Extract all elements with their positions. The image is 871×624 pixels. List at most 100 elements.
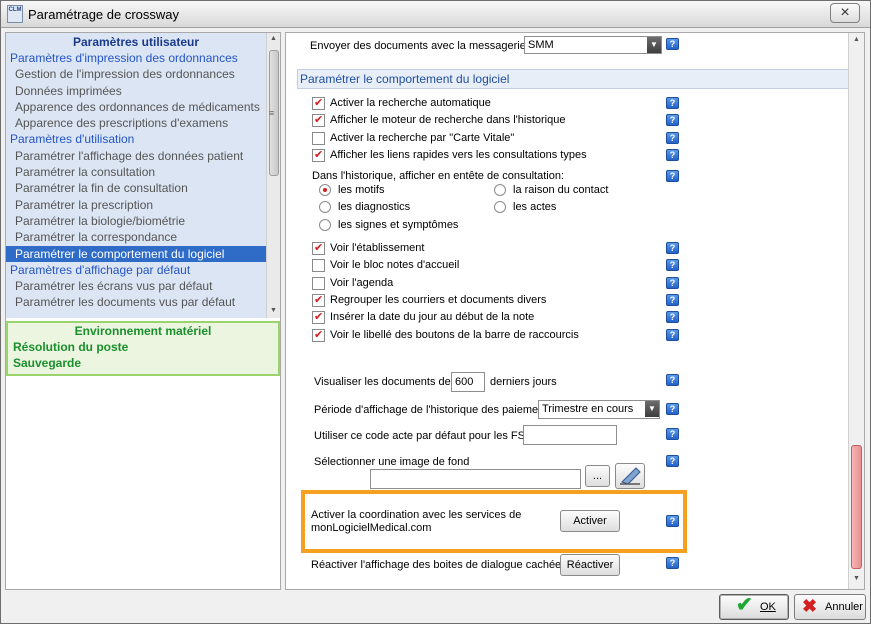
help-icon[interactable]: ? xyxy=(666,276,679,289)
nav-item[interactable]: Apparence des ordonnances de médicaments xyxy=(6,99,266,115)
content-scroll-thumb[interactable] xyxy=(851,445,862,569)
help-icon[interactable]: ? xyxy=(666,259,679,272)
docs-days-input[interactable]: 600 xyxy=(451,372,485,392)
help-icon[interactable]: ? xyxy=(666,311,679,324)
left-pane: Paramètres utilisateur Paramètres d'impr… xyxy=(5,32,281,590)
checkbox[interactable] xyxy=(312,328,325,342)
checkbox[interactable] xyxy=(312,148,325,162)
radio-label[interactable]: les motifs xyxy=(338,184,384,196)
nav-item[interactable]: Paramétrer les écrans vus par défaut xyxy=(6,278,266,294)
help-icon[interactable]: ? xyxy=(666,428,679,440)
radio-button[interactable] xyxy=(494,184,506,196)
nav-header: Paramètres utilisateur xyxy=(72,35,200,49)
scroll-up-icon[interactable]: ▲ xyxy=(270,35,277,42)
history-period-select[interactable]: Trimestre en cours ▼ xyxy=(538,400,660,419)
checkbox-label[interactable]: Regrouper les courriers et documents div… xyxy=(330,294,546,306)
nav-item[interactable]: Gestion de l'impression des ordonnances xyxy=(6,66,266,82)
close-button[interactable]: × xyxy=(830,3,860,23)
radio-label[interactable]: les diagnostics xyxy=(338,201,410,213)
checkbox-label[interactable]: Afficher le moteur de recherche dans l'h… xyxy=(330,114,565,126)
nav-item[interactable]: Données imprimées xyxy=(6,83,266,99)
help-icon[interactable]: ? xyxy=(666,374,679,386)
help-icon[interactable]: ? xyxy=(666,97,679,109)
help-icon[interactable]: ? xyxy=(666,328,679,341)
fse-label: Utiliser ce code acte par défaut pour le… xyxy=(314,430,533,442)
help-icon[interactable]: ? xyxy=(666,242,679,254)
eraser-icon xyxy=(620,467,641,485)
checkbox[interactable] xyxy=(312,293,325,307)
title-bar: CLM Paramétrage de crossway × xyxy=(1,1,870,28)
nav-category[interactable]: Paramètres d'affichage par défaut xyxy=(6,262,266,278)
radio-button[interactable] xyxy=(319,184,331,196)
help-icon[interactable]: ? xyxy=(666,114,679,127)
nav-item[interactable]: Paramétrer la prescription xyxy=(6,197,266,213)
help-icon[interactable]: ? xyxy=(666,148,679,161)
env-item-backup[interactable]: Sauvegarde xyxy=(8,355,278,371)
nav-item[interactable]: Paramétrer la correspondance xyxy=(6,229,266,245)
cancel-button[interactable]: ✖ Annuler xyxy=(794,594,866,620)
nav-item[interactable]: Paramétrer le comportement du logiciel xyxy=(6,245,266,262)
help-icon[interactable]: ? xyxy=(666,403,679,415)
nav-category[interactable]: Paramètres d'impression des ordonnances xyxy=(6,50,266,66)
checkbox[interactable] xyxy=(312,96,325,110)
nav-category[interactable]: Paramètres d'utilisation xyxy=(6,131,266,147)
checkbox[interactable] xyxy=(312,113,325,128)
help-icon[interactable]: ? xyxy=(666,38,679,50)
nav-scrollbar[interactable]: ▲ ≡ ▼ xyxy=(266,33,280,318)
bg-image-input[interactable] xyxy=(370,469,581,489)
checkbox-label[interactable]: Voir le libellé des boutons de la barre … xyxy=(330,329,579,341)
fse-code-input[interactable] xyxy=(523,425,617,445)
checkbox[interactable] xyxy=(312,310,325,325)
env-item-resolution[interactable]: Résolution du poste xyxy=(8,339,278,355)
nav-item[interactable]: Paramétrer la consultation xyxy=(6,164,266,180)
hardware-env-panel: Environnement matériel Résolution du pos… xyxy=(6,321,280,376)
help-icon[interactable]: ? xyxy=(666,455,679,467)
messaging-label: Envoyer des documents avec la messagerie… xyxy=(310,40,532,52)
reactivate-button[interactable]: Réactiver xyxy=(560,554,620,576)
window-title: Paramétrage de crossway xyxy=(28,7,180,22)
scroll-up-icon[interactable]: ▲ xyxy=(853,36,860,43)
activate-button[interactable]: Activer xyxy=(560,510,620,532)
scroll-down-icon[interactable]: ▼ xyxy=(270,307,277,314)
nav-item[interactable]: Apparence des prescriptions d'examens xyxy=(6,115,266,131)
radio-label[interactable]: la raison du contact xyxy=(513,184,608,196)
nav-item[interactable]: Paramétrer la biologie/biométrie xyxy=(6,213,266,229)
ok-button[interactable]: ✔ OK xyxy=(719,594,789,620)
checkbox[interactable] xyxy=(312,241,325,255)
messaging-value: SMM xyxy=(528,39,554,51)
content-scrollbar[interactable]: ▲ ▼ xyxy=(848,33,864,589)
checkbox-label[interactable]: Activer la recherche par "Carte Vitale" xyxy=(330,132,514,144)
radio-label[interactable]: les actes xyxy=(513,201,556,213)
checkbox-label[interactable]: Voir le bloc notes d'accueil xyxy=(330,259,459,271)
help-icon[interactable]: ? xyxy=(666,293,679,306)
scroll-down-icon[interactable]: ▼ xyxy=(853,575,860,582)
nav-item[interactable]: Paramétrer la fin de consultation xyxy=(6,180,266,196)
nav-item[interactable]: Paramétrer l'affichage des données patie… xyxy=(6,148,266,164)
clear-image-button[interactable] xyxy=(615,463,645,489)
check-icon: ✔ xyxy=(736,594,753,616)
checkbox-label[interactable]: Activer la recherche automatique xyxy=(330,97,491,109)
history-header-label: Dans l'historique, afficher en entête de… xyxy=(312,170,565,182)
help-icon[interactable]: ? xyxy=(666,515,679,527)
nav-item[interactable]: Paramétrer les documents vus par défaut xyxy=(6,294,266,310)
checkbox[interactable] xyxy=(312,276,325,290)
docs-days-label-after: derniers jours xyxy=(490,376,557,388)
reactivate-label: Réactiver l'affichage des boites de dial… xyxy=(311,559,567,571)
help-icon[interactable]: ? xyxy=(666,170,679,182)
messaging-select[interactable]: SMM ▼ xyxy=(524,36,662,54)
radio-button[interactable] xyxy=(494,201,506,213)
browse-button[interactable]: ... xyxy=(585,465,610,487)
checkbox-label[interactable]: Afficher les liens rapides vers les cons… xyxy=(330,149,587,161)
checkbox[interactable] xyxy=(312,259,325,273)
radio-button[interactable] xyxy=(319,219,331,231)
radio-label[interactable]: les signes et symptômes xyxy=(338,219,458,231)
help-icon[interactable]: ? xyxy=(666,557,679,569)
app-icon: CLM xyxy=(7,5,23,23)
chevron-down-icon: ▼ xyxy=(645,401,659,417)
checkbox-label[interactable]: Insérer la date du jour au début de la n… xyxy=(330,311,534,323)
checkbox[interactable] xyxy=(312,131,325,145)
help-icon[interactable]: ? xyxy=(666,131,679,144)
checkbox-label[interactable]: Voir l'agenda xyxy=(330,277,393,289)
checkbox-label[interactable]: Voir l'établissement xyxy=(330,242,424,254)
radio-button[interactable] xyxy=(319,201,331,213)
